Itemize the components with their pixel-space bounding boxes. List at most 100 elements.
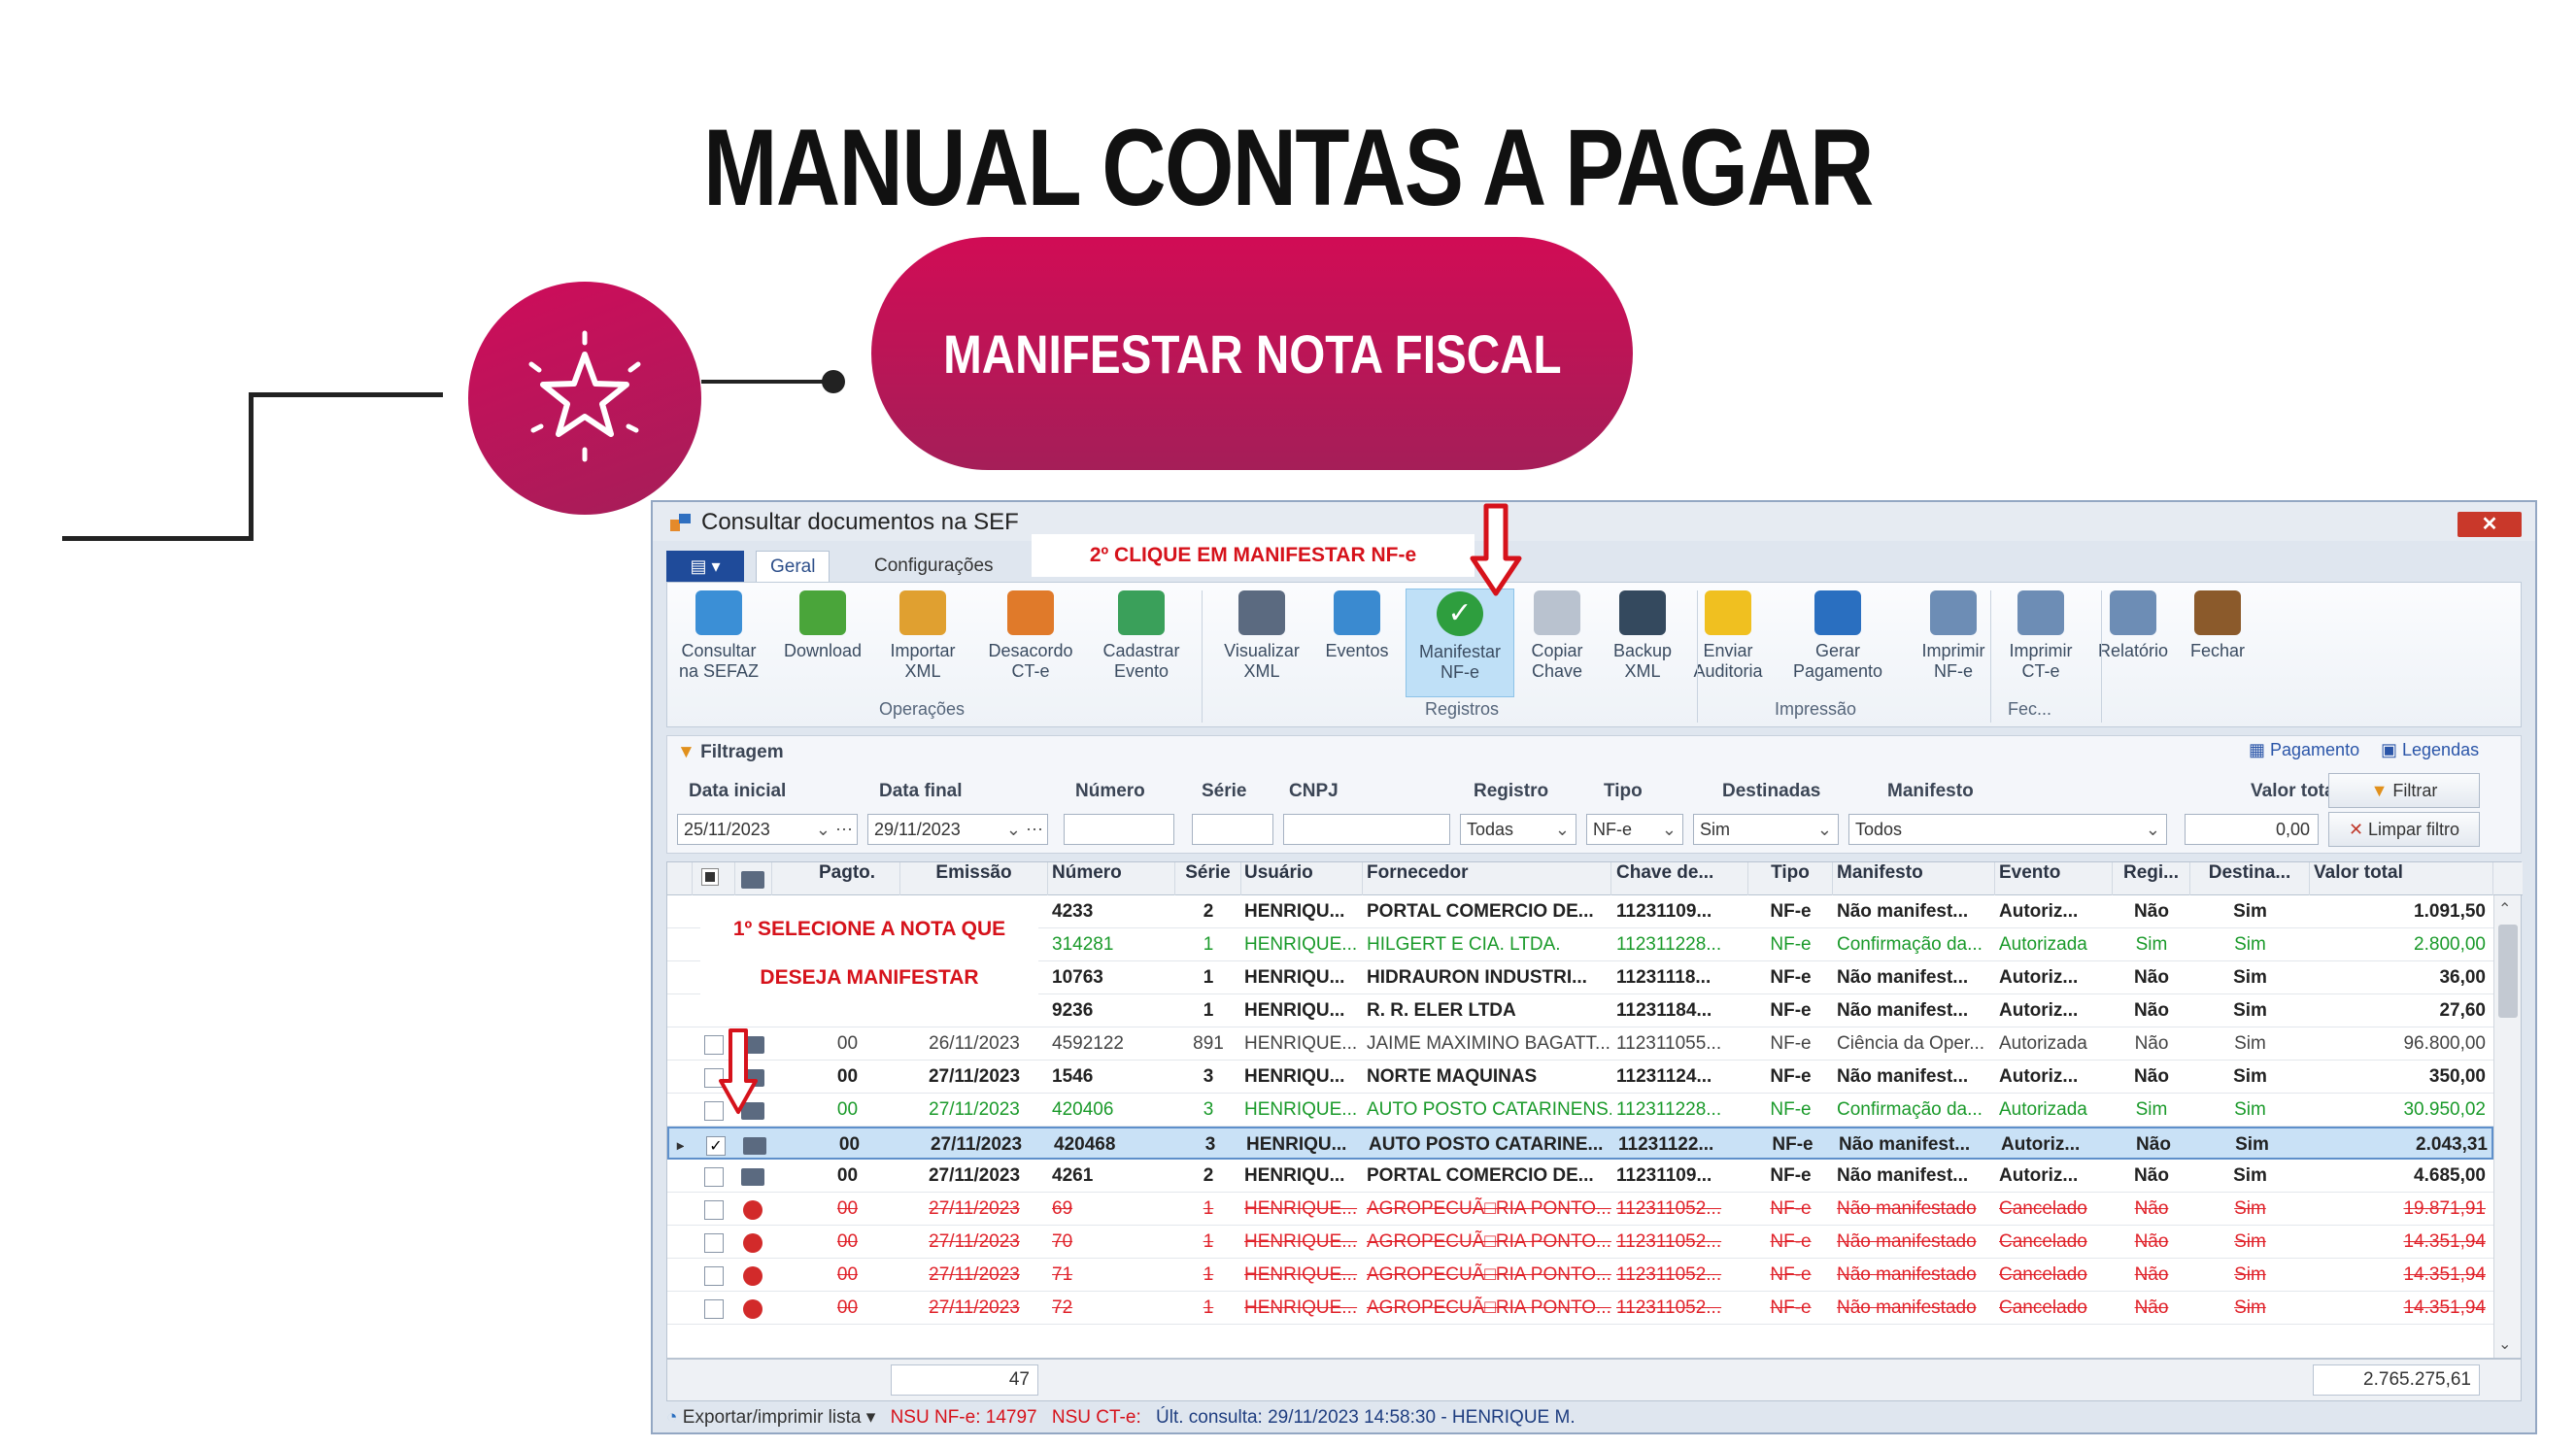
table-row[interactable]: 00 27/11/2023 72 1 HENRIQUE... AGROPECUÃ□RIA … [667,1292,2493,1325]
cell-emissao: 27/11/2023 [929,1264,1020,1285]
cell-valor: 36,00 [2439,967,2486,988]
cell-evento: Autorizada [1999,934,2087,955]
ribbon-button-copiar-chave[interactable]: Copiar Chave [1522,589,1592,697]
valor-total-input[interactable]: 0,00 [2185,814,2319,845]
cell-fornecedor: AUTO POSTO CATARINENS... [1367,1099,1611,1120]
cancelled-icon [743,1200,763,1220]
cell-destinada: Sim [2233,1066,2267,1087]
header-registro[interactable]: Regi... [2113,862,2190,895]
cell-pagto: 00 [836,1198,859,1219]
ribbon-button-label: Eventos [1325,641,1389,660]
cell-usuario: HENRIQU... [1244,1165,1345,1186]
row-checkbox[interactable]: ✓ [706,1136,726,1156]
numero-input[interactable] [1064,814,1174,845]
filter-panel: ▼ Filtragem ▦ Pagamento ▣ Legendas Data … [666,735,2522,854]
ribbon-button-visualizar-xml[interactable]: Visualizar XML [1219,589,1305,697]
row-checkbox[interactable] [704,1233,724,1253]
cnpj-input[interactable] [1283,814,1450,845]
close-button[interactable]: ✕ [2457,512,2522,537]
connector-dot [822,370,845,393]
tab-configuracoes[interactable]: Configurações [861,551,1007,582]
row-checkbox[interactable] [704,1200,724,1220]
refresh-icon [695,590,742,635]
header-fornecedor[interactable]: Fornecedor [1363,862,1611,895]
ribbon-button-enviar-auditoria[interactable]: Enviar Auditoria [1687,589,1769,697]
header-evento[interactable]: Evento [1995,862,2113,895]
ribbon-button-download[interactable]: Download [776,589,869,697]
group-impressao: Impressão [1775,699,1857,719]
ribbon-button-label: Pagamento [1792,661,1883,681]
table-row[interactable]: 00 27/11/2023 69 1 HENRIQUE... AGROPECUÃ□RIA … [667,1193,2493,1226]
row-checkbox[interactable] [704,1299,724,1319]
ribbon-button-relatrio[interactable]: Relatório [2091,589,2175,697]
cell-numero: 4233 [1052,901,1094,922]
cell-evento: Autoriz... [1999,1066,2079,1087]
destinadas-select[interactable]: Sim ⌄ [1693,814,1839,845]
header-numero[interactable]: Número [1048,862,1175,895]
cell-usuario: HENRIQUE... [1244,1198,1358,1219]
cell-registro: Não [2134,1000,2169,1021]
table-row[interactable]: 00 27/11/2023 70 1 HENRIQUE... AGROPECUÃ□RIA … [667,1226,2493,1259]
limpar-filtro-button[interactable]: ✕ Limpar filtro [2328,812,2480,847]
ribbon-button-eventos[interactable]: Eventos [1318,589,1396,697]
cell-serie: 1 [1203,934,1214,955]
cell-pagto: 00 [836,1264,859,1285]
ribbon-button-label: CT-e [2021,661,2060,681]
ribbon-button-gerar-pagamento[interactable]: Gerar Pagamento [1784,589,1891,697]
ribbon-button-cadastrar-evento[interactable]: Cadastrar Evento [1093,589,1190,697]
cell-manifesto: Não manifest... [1837,901,1969,922]
pagamento-link[interactable]: ▦ Pagamento [2249,740,2359,760]
ribbon-button-label: Gerar [1814,641,1860,660]
ribbon-button-imprimir-nfe[interactable]: Imprimir NF-e [1915,589,1992,697]
app-window: Consultar documentos na SEF ✕ ▤ ▾ Geral … [651,500,2537,1434]
cell-valor: 27,60 [2439,1000,2486,1021]
header-select-all[interactable] [693,862,735,895]
table-row[interactable]: 00 26/11/2023 4592122 891 HENRIQUE... JAIME M… [667,1027,2493,1061]
ribbon-button-manifestar-nfe[interactable]: ✓ Manifestar NF-e [1406,589,1514,697]
data-inicial-field[interactable]: 25/11/2023 ⌄ ⋯ [677,814,858,845]
serie-input[interactable] [1192,814,1273,845]
ribbon-button-desacordo-cte[interactable]: Desacordo CT-e [978,589,1083,697]
ribbon-button-fechar[interactable]: Fechar [2179,589,2256,697]
header-serie[interactable]: Série [1175,862,1241,895]
cell-pagto: 00 [836,1297,859,1318]
table-row[interactable]: 00 27/11/2023 4261 2 HENRIQU... PORTAL COMERC… [667,1160,2493,1193]
manifesto-select[interactable]: Todos ⌄ [1848,814,2167,845]
table-row[interactable]: ▸ ✓ 00 27/11/2023 420468 3 HENRIQU... AUTO POST… [667,1127,2493,1160]
cell-manifesto: Não manifestado [1837,1198,1977,1219]
export-menu[interactable]: Exportar/imprimir lista [683,1407,862,1428]
printer-icon [2017,590,2064,635]
table-row[interactable]: 00 27/11/2023 420406 3 HENRIQUE... AUTO POSTO… [667,1094,2493,1127]
row-checkbox[interactable] [704,1266,724,1286]
app-menu-button[interactable]: ▤ ▾ [666,551,744,582]
cell-evento: Autorizada [1999,1033,2087,1054]
cell-destinada: Sim [2234,1033,2266,1054]
header-chave[interactable]: Chave de... [1612,862,1748,895]
arrow-down-icon-step1 [719,1028,758,1114]
ribbon-button-backup-xml[interactable]: Backup XML [1606,589,1679,697]
tab-geral[interactable]: Geral [756,551,830,582]
ribbon-button-imprimir-cte[interactable]: Imprimir CT-e [2002,589,2080,697]
header-manifesto[interactable]: Manifesto [1833,862,1995,895]
header-tipo[interactable]: Tipo [1748,862,1833,895]
registro-select[interactable]: Todas ⌄ [1460,814,1576,845]
label-valor-total: Valor total [2251,781,2340,801]
ribbon-button-consultar-nasefaz[interactable]: Consultar na SEFAZ [677,589,761,697]
row-checkbox[interactable] [704,1167,724,1187]
header-usuario[interactable]: Usuário [1240,862,1363,895]
table-row[interactable]: 00 27/11/2023 71 1 HENRIQUE... AGROPECUÃ□RIA … [667,1259,2493,1292]
data-final-field[interactable]: 29/11/2023 ⌄ ⋯ [867,814,1048,845]
legendas-link[interactable]: ▣ Legendas [2381,740,2479,760]
header-pagto[interactable]: Pagto. [795,862,900,895]
grid-scrollbar[interactable]: ⌃ ⌄ [2493,895,2521,1358]
cell-numero: 314281 [1052,934,1114,955]
cell-usuario: HENRIQUE... [1244,934,1358,955]
table-row[interactable]: 00 27/11/2023 1546 3 HENRIQU... NORTE MAQUINA… [667,1061,2493,1094]
header-valor[interactable]: Valor total [2310,862,2493,895]
cell-destinada: Sim [2234,1198,2266,1219]
tipo-select[interactable]: NF-e ⌄ [1586,814,1683,845]
header-destinada[interactable]: Destina... [2190,862,2310,895]
header-emissao[interactable]: Emissão [900,862,1048,895]
filtrar-button[interactable]: ▼ Filtrar [2328,773,2480,808]
ribbon-button-importar-xml[interactable]: Importar XML [881,589,965,697]
